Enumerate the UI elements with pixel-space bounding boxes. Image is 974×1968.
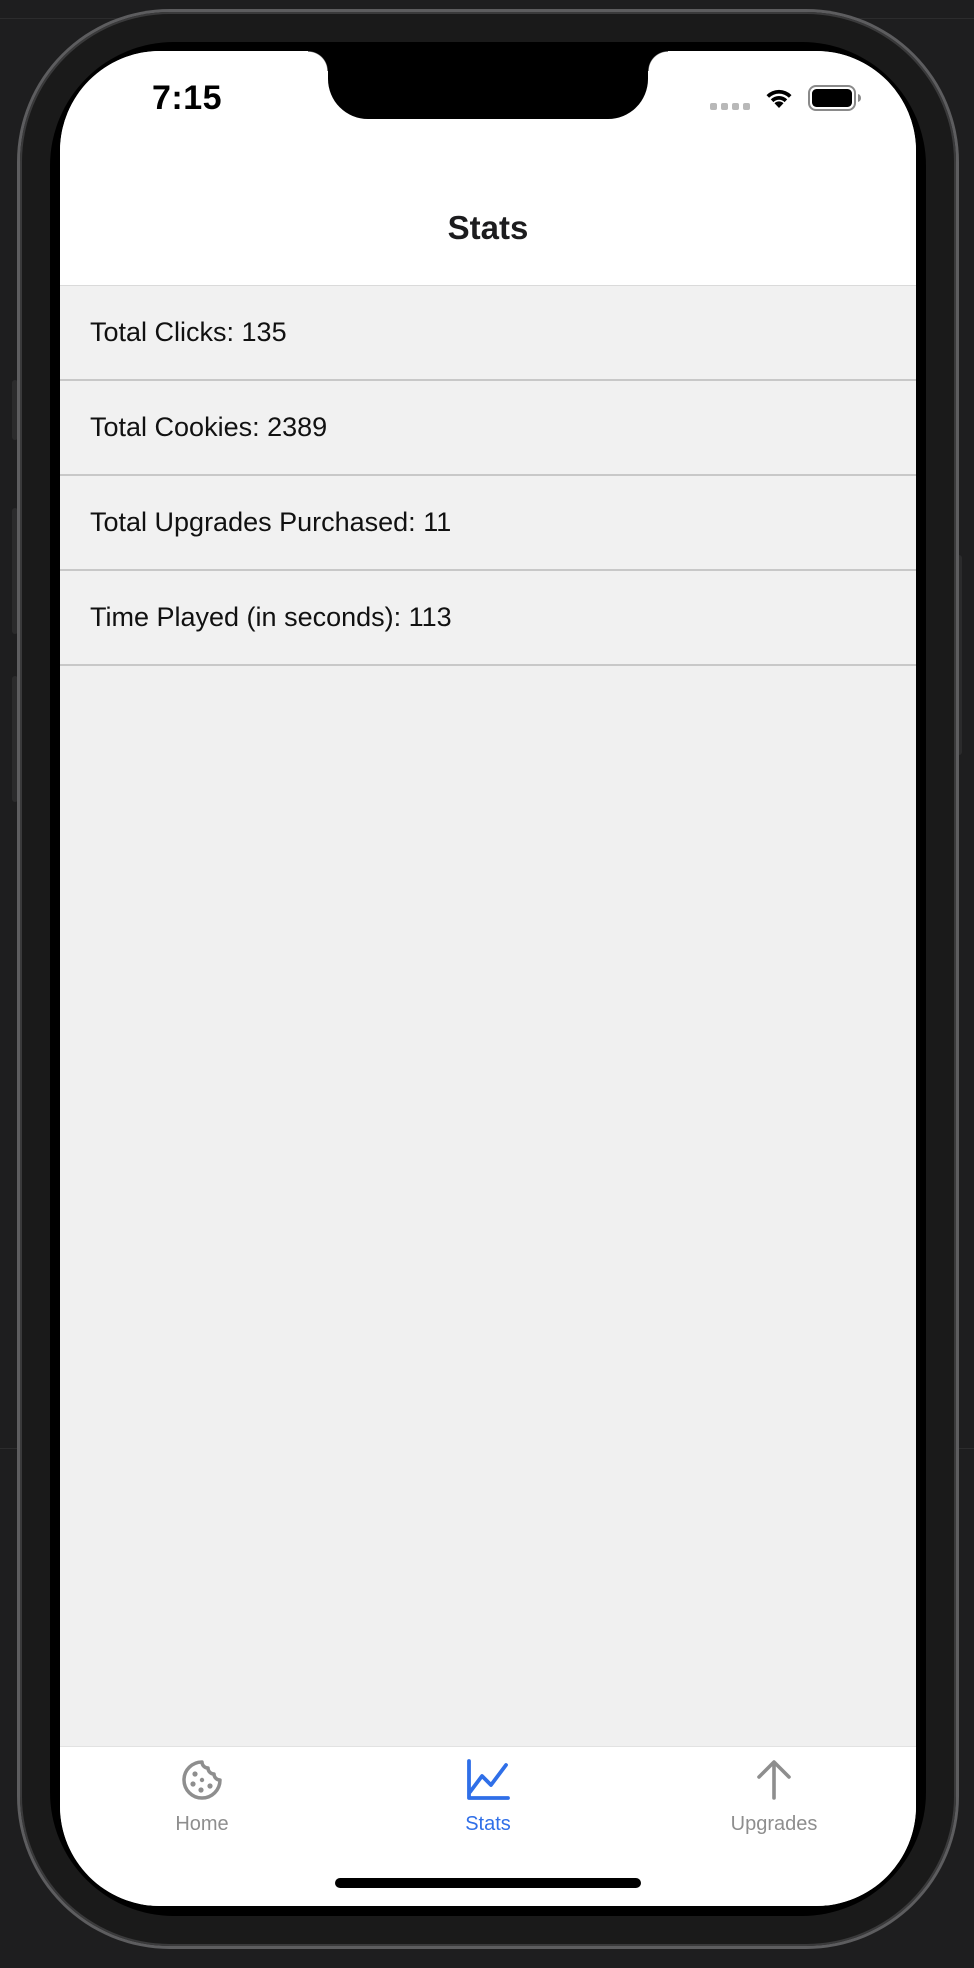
tab-home[interactable]: Home	[102, 1757, 302, 1857]
navigation-bar: Stats	[60, 183, 916, 286]
stats-list: Total Clicks: 135 Total Cookies: 2389 To…	[60, 286, 916, 666]
simulator-stage: 7:15 Stats Total Clicks: 135 Total Cooki…	[0, 0, 974, 1968]
tab-stats[interactable]: Stats	[388, 1757, 588, 1857]
volume-down-button	[12, 676, 18, 802]
status-icons	[710, 85, 862, 116]
stat-label: Total Clicks: 135	[90, 317, 287, 347]
wifi-icon	[764, 86, 794, 115]
arrow-up-icon	[751, 1757, 797, 1803]
tab-label: Stats	[465, 1813, 511, 1835]
stat-row-time-played: Time Played (in seconds): 113	[60, 571, 916, 666]
battery-icon	[808, 85, 862, 116]
phone-screen: 7:15 Stats Total Clicks: 135 Total Cooki…	[60, 51, 916, 1906]
tab-label: Upgrades	[730, 1813, 818, 1835]
page-title: Stats	[447, 209, 529, 246]
status-bar: 7:15	[60, 51, 916, 183]
power-button	[956, 555, 962, 755]
stat-label: Time Played (in seconds): 113	[90, 602, 452, 632]
stat-row-total-cookies: Total Cookies: 2389	[60, 381, 916, 476]
cellular-dots-icon	[710, 103, 750, 110]
cookie-icon	[179, 1757, 225, 1803]
stat-label: Total Cookies: 2389	[90, 412, 328, 442]
stat-row-total-upgrades: Total Upgrades Purchased: 11	[60, 476, 916, 571]
chart-line-icon	[465, 1757, 511, 1803]
status-time: 7:15	[152, 79, 223, 117]
notch	[308, 51, 668, 119]
volume-up-button	[12, 508, 18, 634]
mute-switch	[12, 380, 18, 440]
stat-row-total-clicks: Total Clicks: 135	[60, 286, 916, 381]
tab-upgrades[interactable]: Upgrades	[674, 1757, 874, 1857]
home-indicator[interactable]	[335, 1878, 641, 1888]
tab-label: Home	[175, 1813, 229, 1835]
stat-label: Total Upgrades Purchased: 11	[90, 507, 452, 537]
